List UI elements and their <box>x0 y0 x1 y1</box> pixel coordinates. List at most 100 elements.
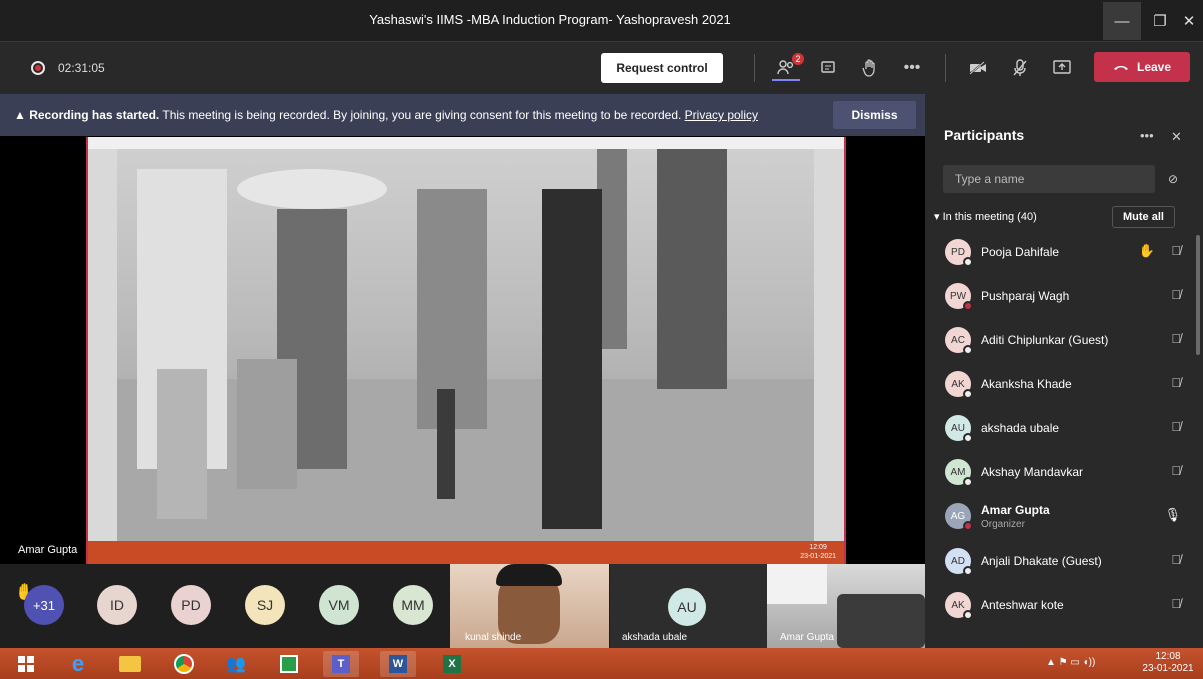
participant-avatar: AD <box>945 548 973 576</box>
participant-row-organizer[interactable]: AG Amar Gupta Organizer 🎙 <box>930 495 1185 535</box>
raised-hand-icon: ✋ <box>1138 243 1155 258</box>
tile-name-kunal: kunal shinde <box>465 632 522 643</box>
window-title: Yashaswi's IIMS -MBA Induction Program- … <box>369 12 731 27</box>
chat-icon[interactable] <box>814 55 842 81</box>
avatar-initials: AG <box>950 510 966 522</box>
mute-all-button[interactable]: Mute all <box>1112 206 1175 228</box>
collapse-icon: ▾ <box>934 211 943 223</box>
toolbar-divider <box>754 54 755 82</box>
dismiss-button[interactable]: Dismiss <box>833 101 916 129</box>
avatar-initials: AK <box>951 599 965 611</box>
recording-banner: ▲ Recording has started. This meeting is… <box>0 94 925 136</box>
start-windows-icon[interactable] <box>8 651 44 677</box>
more-options-icon[interactable]: ••• <box>898 55 926 81</box>
leave-button[interactable]: Leave <box>1094 52 1190 82</box>
shared-clock-date: 23-01-2021 <box>800 553 836 560</box>
status-icon <box>963 257 973 267</box>
share-screen-icon[interactable] <box>1048 55 1076 81</box>
presenter-name: Amar Gupta <box>18 544 78 556</box>
banner-text: ▲ Recording has started. This meeting is… <box>14 108 758 122</box>
word-icon[interactable]: W <box>380 651 416 677</box>
participant-avatar: AM <box>945 459 973 487</box>
participant-avatar-id[interactable]: ID <box>97 585 137 625</box>
panel-scrollbar[interactable] <box>1196 235 1200 355</box>
participant-avatar-vm[interactable]: VM <box>319 585 359 625</box>
close-button[interactable]: ✕ <box>1170 2 1203 40</box>
avatar-initials: AD <box>951 555 965 567</box>
title-bar: Yashaswi's IIMS -MBA Induction Program- … <box>0 0 1203 42</box>
shared-screen-taskbar: 12:09 23-01-2021 <box>88 541 844 564</box>
shared-window-titlebar <box>88 137 844 149</box>
raise-hand-icon[interactable] <box>856 55 884 81</box>
participant-row[interactable]: AM Akshay Mandavkar 🎙̸ <box>930 451 1185 491</box>
shared-video-content <box>117 149 814 541</box>
ie-browser-icon[interactable]: e <box>60 651 96 677</box>
teams-icon[interactable]: T <box>323 651 359 677</box>
participant-name: Akshay Mandavkar <box>981 465 1084 479</box>
mic-off-icon: 🎙̸ <box>1171 552 1181 567</box>
people-app-icon[interactable]: 👥 <box>218 651 254 677</box>
store-icon[interactable] <box>271 651 307 677</box>
participant-avatar-au: AU <box>668 588 706 626</box>
privacy-policy-link[interactable]: Privacy policy <box>685 108 758 122</box>
overflow-participants-button[interactable]: +31 <box>24 585 64 625</box>
mic-off-icon: 🎙̸ <box>1171 375 1181 390</box>
participant-avatar-mm[interactable]: MM <box>393 585 433 625</box>
mic-off-icon[interactable] <box>1006 55 1034 81</box>
participant-name: Pushparaj Wagh <box>981 289 1070 303</box>
participant-row[interactable]: AC Aditi Chiplunkar (Guest) 🎙̸ <box>930 319 1185 359</box>
participant-avatar: AG <box>945 503 973 531</box>
in-meeting-header[interactable]: ▾ In this meeting (40) <box>934 210 1037 223</box>
participant-row[interactable]: AU akshada ubale 🎙̸ <box>930 407 1185 447</box>
mic-off-icon: 🎙̸ <box>1171 596 1181 611</box>
share-invite-icon[interactable]: ⊘ <box>1168 172 1178 186</box>
mic-on-icon: 🎙 <box>1164 507 1181 522</box>
avatar-initials: PW <box>949 290 967 302</box>
system-clock[interactable]: 12:08 23-01-2021 <box>1140 651 1196 675</box>
panel-close-icon[interactable]: ✕ <box>1171 129 1182 145</box>
excel-icon[interactable]: X <box>434 651 470 677</box>
participant-name: Pooja Dahifale <box>981 245 1060 259</box>
panel-more-icon[interactable]: ••• <box>1140 128 1154 143</box>
avatar-initials: AC <box>951 334 965 346</box>
mic-off-icon: 🎙̸ <box>1171 463 1181 478</box>
participant-row[interactable]: PD Pooja Dahifale ✋ 🎙̸ <box>930 231 1185 271</box>
participant-row[interactable]: PW Pushparaj Wagh 🎙̸ <box>930 275 1185 315</box>
status-icon <box>963 345 973 355</box>
participant-role: Organizer <box>981 519 1025 530</box>
mic-off-icon: 🎙̸ <box>1171 419 1181 434</box>
status-icon <box>963 433 973 443</box>
participant-name: Akanksha Khade <box>981 377 1072 391</box>
participant-row[interactable]: AK Akanksha Khade 🎙̸ <box>930 363 1185 403</box>
participant-name: Anteshwar kote <box>981 598 1064 612</box>
toolbar-divider <box>945 54 946 82</box>
phone-hangup-icon <box>1113 60 1129 74</box>
mic-off-icon: 🎙̸ <box>1171 243 1181 258</box>
participant-avatar: PW <box>945 283 973 311</box>
people-count-badge: 2 <box>792 53 804 65</box>
mic-off-icon: 🎙̸ <box>1171 331 1181 346</box>
leave-label: Leave <box>1136 60 1172 74</box>
file-explorer-icon[interactable] <box>112 651 148 677</box>
participant-name: Anjali Dhakate (Guest) <box>981 554 1102 568</box>
minimize-button[interactable]: — <box>1103 2 1141 40</box>
mic-off-icon: 🎙̸ <box>1171 287 1181 302</box>
avatar-initials: AU <box>951 422 965 434</box>
chrome-icon[interactable] <box>166 651 202 677</box>
clock-time: 12:08 <box>1155 651 1181 662</box>
request-control-button[interactable]: Request control <box>601 53 723 83</box>
participant-avatar: AK <box>945 592 973 620</box>
participant-search-input[interactable]: Type a name <box>943 165 1155 193</box>
participant-avatar: PD <box>945 239 973 267</box>
participant-name: Amar Gupta <box>981 503 1050 517</box>
avatar-initials: PD <box>951 246 965 258</box>
recording-icon <box>31 61 45 75</box>
participant-row[interactable]: AD Anjali Dhakate (Guest) 🎙̸ <box>930 540 1185 580</box>
system-tray-icons[interactable]: ▲ ⚑ ▭ ◖)) <box>1046 657 1095 668</box>
camera-off-icon[interactable] <box>964 55 992 81</box>
participant-row[interactable]: AK Anteshwar kote 🎙̸ <box>930 584 1185 624</box>
participant-avatar-pd[interactable]: PD <box>171 585 211 625</box>
avatar-initials: AK <box>951 378 965 390</box>
participant-avatar-sj[interactable]: SJ <box>245 585 285 625</box>
in-meeting-count: In this meeting (40) <box>942 211 1037 223</box>
